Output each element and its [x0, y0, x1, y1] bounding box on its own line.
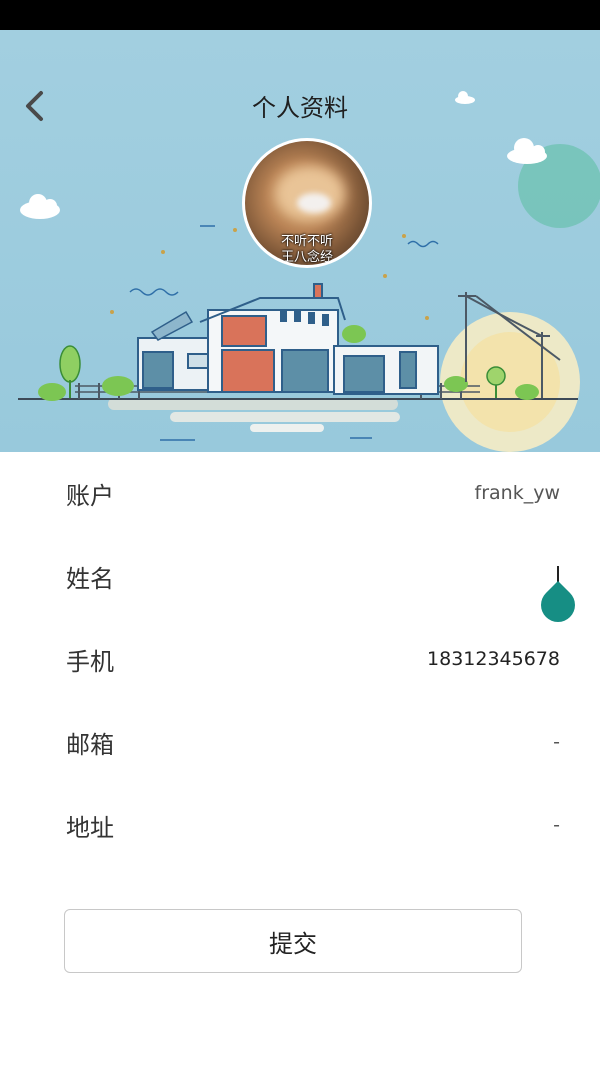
avatar-photo-detail	[297, 193, 331, 213]
phone-label: 手机	[66, 648, 114, 676]
profile-form: 账户 frank_yw 姓名 手机 18312345678 邮箱 - 地址 -	[0, 452, 600, 867]
avatar-caption-line2: 王八念经	[280, 250, 333, 265]
address-row[interactable]: 地址 -	[0, 784, 600, 867]
account-value: frank_yw	[474, 482, 560, 504]
submit-button[interactable]: 提交	[64, 909, 522, 973]
address-label: 地址	[66, 814, 114, 842]
phone-row[interactable]: 手机 18312345678	[0, 618, 600, 701]
page-title: 个人资料	[252, 94, 348, 122]
avatar-caption-line1: 不听不听	[280, 234, 333, 249]
email-row[interactable]: 邮箱 -	[0, 701, 600, 784]
phone-value[interactable]: 18312345678	[427, 648, 560, 670]
email-value[interactable]: -	[553, 731, 560, 753]
account-row: 账户 frank_yw	[0, 452, 600, 535]
avatar[interactable]: 不听不听 王八念经	[242, 138, 372, 268]
name-field[interactable]	[260, 565, 560, 587]
email-label: 邮箱	[66, 731, 114, 759]
profile-header: 个人资料 不听不听 王八念经	[0, 30, 600, 452]
status-bar	[0, 0, 600, 30]
account-label: 账户	[66, 482, 114, 510]
address-value[interactable]: -	[553, 814, 560, 836]
name-label: 姓名	[66, 565, 114, 593]
name-row[interactable]: 姓名	[0, 535, 600, 618]
